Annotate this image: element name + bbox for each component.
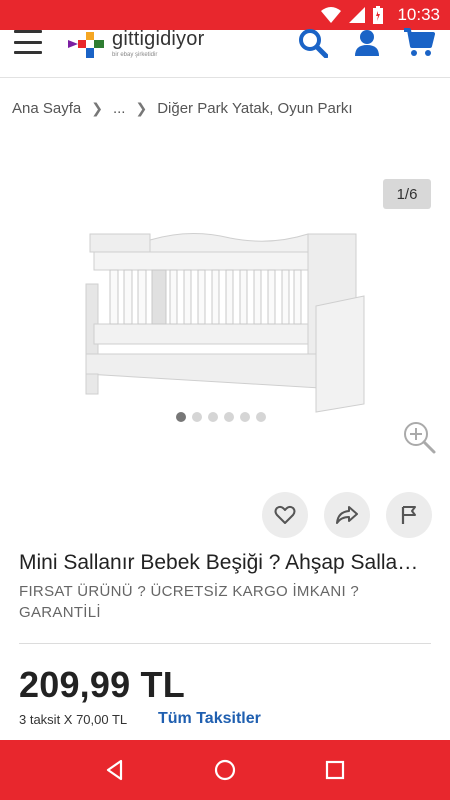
wifi-icon (321, 7, 342, 23)
system-nav-bar (0, 740, 450, 800)
search-icon[interactable] (296, 26, 330, 60)
gallery-dot[interactable] (208, 412, 218, 422)
gallery-dot[interactable] (240, 412, 250, 422)
share-button[interactable] (324, 492, 370, 538)
chevron-right-icon: ❯ (91, 100, 103, 116)
gallery-dot[interactable] (176, 412, 186, 422)
battery-icon (373, 6, 384, 24)
gallery-dot[interactable] (192, 412, 202, 422)
user-icon[interactable] (350, 26, 384, 60)
breadcrumb-home[interactable]: Ana Sayfa (12, 100, 81, 117)
gallery-dots (176, 412, 266, 422)
logo-mark-icon (68, 32, 104, 58)
breadcrumb-category[interactable]: Diğer Park Yatak, Oyun Parkı (157, 100, 352, 117)
back-icon[interactable] (95, 750, 135, 790)
status-icons: 10:33 (321, 5, 440, 25)
status-time: 10:33 (397, 5, 440, 24)
product-gallery[interactable]: 1/6 (0, 160, 450, 460)
product-actions (262, 492, 432, 538)
gallery-dot[interactable] (224, 412, 234, 422)
logo[interactable]: gittigidiyor bir ebay şirketidir (66, 28, 204, 68)
breadcrumb: Ana Sayfa ❯ ... ❯ Diğer Park Yatak, Oyun… (12, 100, 353, 117)
chevron-right-icon: ❯ (135, 100, 148, 116)
installment-info: 3 taksit X 70,00 TL (19, 712, 128, 727)
share-icon (336, 506, 358, 524)
home-icon[interactable] (205, 750, 245, 790)
cart-icon[interactable] (402, 26, 436, 60)
divider (19, 643, 431, 644)
product-price: 209,99 TL (19, 664, 185, 705)
product-subtitle: FIRSAT ÜRÜNÜ ? ÜCRETSİZ KARGO İMKANI ? G… (19, 583, 360, 621)
recents-icon[interactable] (315, 750, 355, 790)
breadcrumb-ellipsis[interactable]: ... (113, 100, 126, 117)
zoom-icon[interactable] (402, 420, 438, 456)
product-title: Mini Sallanır Bebek Beşiği ? Ahşap Salla… (19, 551, 419, 574)
logo-tagline: bir ebay şirketidir (112, 52, 158, 58)
product-image[interactable] (80, 224, 370, 424)
report-button[interactable] (386, 492, 432, 538)
signal-icon (349, 7, 366, 23)
gallery-dot[interactable] (256, 412, 266, 422)
menu-icon[interactable] (14, 30, 44, 54)
photo-counter: 1/6 (383, 179, 431, 209)
all-installments-link[interactable]: Tüm Taksitler (158, 710, 261, 728)
logo-text: gittigidiyor (112, 28, 205, 50)
app-header: gittigidiyor bir ebay şirketidir (0, 28, 450, 78)
favorite-button[interactable] (262, 492, 308, 538)
heart-icon (274, 505, 296, 524)
flag-icon (401, 506, 416, 524)
